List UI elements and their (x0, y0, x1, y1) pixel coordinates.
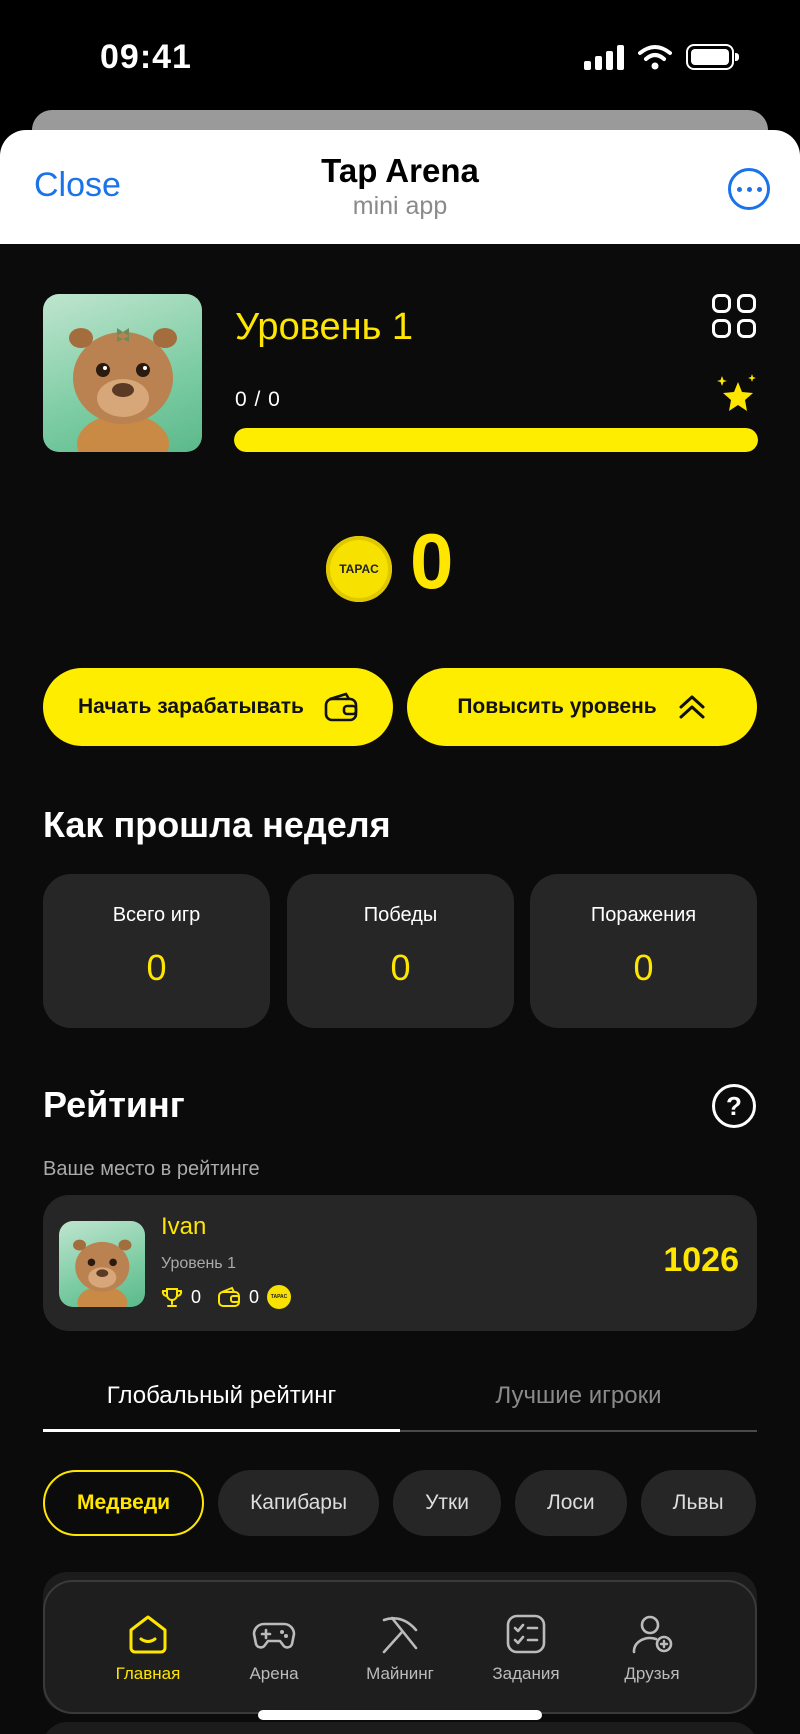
tab-best-players[interactable]: Лучшие игроки (400, 1374, 757, 1430)
wallet-icon (218, 1286, 241, 1307)
balance-value: 0 (410, 517, 454, 605)
nav-friends[interactable]: Друзья (596, 1610, 708, 1684)
stat-card-wins: Победы 0 (287, 874, 514, 1028)
pickaxe-icon (382, 1616, 418, 1654)
nav-label: Майнинг (366, 1664, 434, 1683)
chip-moose[interactable]: Лоси (514, 1470, 627, 1536)
chip-bears[interactable]: Медведи (43, 1470, 205, 1536)
status-time: 09:41 (100, 38, 192, 76)
nav-label: Задания (492, 1664, 560, 1683)
app-header: Close Tap Arena mini app (0, 130, 800, 244)
more-dot (746, 186, 752, 192)
stat-card-total-games: Всего игр 0 (43, 874, 270, 1028)
status-bar: 09:41 (0, 0, 800, 110)
home-indicator[interactable] (258, 1710, 542, 1720)
player-wins: 0 (191, 1286, 202, 1307)
stat-value: 0 (146, 947, 167, 988)
stat-label: Поражения (590, 904, 697, 926)
stat-card-losses: Поражения 0 (530, 874, 757, 1028)
double-chevron-up-icon (679, 695, 705, 719)
chip-ducks[interactable]: Утки (393, 1470, 501, 1536)
status-icons (584, 44, 739, 70)
player-level: Уровень 1 (161, 1255, 236, 1272)
week-section-title: Как прошла неделя (43, 804, 391, 845)
level-title: Уровень 1 (235, 306, 414, 348)
progress-text: 0 / 0 (235, 388, 281, 411)
start-earning-button[interactable]: Начать зарабатывать (43, 668, 393, 746)
tab-global-rating[interactable]: Глобальный рейтинг (43, 1374, 400, 1432)
more-options-button[interactable] (728, 168, 770, 210)
nav-arena[interactable]: Арена (218, 1610, 330, 1684)
help-icon[interactable]: ? (712, 1084, 756, 1128)
home-icon (129, 1615, 167, 1654)
sparkle-star-icon (717, 374, 756, 411)
profile-avatar[interactable] (43, 294, 202, 452)
more-dot (736, 186, 742, 192)
rating-section-title: Рейтинг (43, 1084, 185, 1125)
nav-label: Друзья (624, 1664, 680, 1683)
gamepad-icon (252, 1622, 296, 1649)
player-score: 1026 (663, 1241, 739, 1279)
wifi-icon (638, 45, 672, 70)
coin-icon: TAPAC (326, 536, 392, 602)
wallet-icon (324, 692, 358, 722)
main-content: Уровень 1 0 / 0 TAPAC 0 Начать зарабатыв… (0, 244, 800, 1734)
tasks-icon (506, 1614, 546, 1654)
player-stats: 0 0 TAPAC (161, 1285, 292, 1309)
stat-value: 0 (390, 947, 411, 988)
stat-value: 0 (633, 947, 654, 988)
start-earning-label: Начать зарабатывать (78, 695, 304, 718)
player-earned: 0 (249, 1286, 260, 1307)
rating-tabs: Глобальный рейтинг Лучшие игроки (43, 1374, 757, 1432)
battery-icon (686, 44, 739, 70)
level-progress-bar (234, 428, 758, 452)
grid-menu-icon[interactable] (712, 294, 756, 338)
level-up-label: Повысить уровень (457, 695, 657, 718)
level-up-button[interactable]: Повысить уровень (407, 668, 757, 746)
level-progress-fill (234, 428, 758, 452)
coin-small-icon: TAPAC (267, 1285, 292, 1309)
list-item-peek (43, 1722, 757, 1734)
nav-label: Арена (249, 1664, 299, 1683)
chip-lions[interactable]: Львы (640, 1470, 756, 1536)
add-friend-icon (632, 1615, 673, 1654)
player-name: Ivan (161, 1213, 207, 1240)
trophy-icon (161, 1288, 183, 1307)
player-avatar (59, 1221, 145, 1307)
stat-label: Победы (363, 904, 438, 926)
more-dot (756, 186, 762, 192)
app-subtitle: mini app (352, 192, 448, 220)
bottom-navigation: Главная Арена Майнинг Задания Друзья (43, 1580, 757, 1714)
player-rating-card[interactable]: Ivan Уровень 1 0 0 TAPAC 1026 (43, 1195, 757, 1331)
signal-icon (584, 44, 624, 70)
stat-label: Всего игр (112, 904, 201, 926)
app-title: Tap Arena (321, 152, 479, 189)
nav-label: Главная (115, 1664, 181, 1683)
your-place-label: Ваше место в рейтинге (43, 1158, 260, 1180)
nav-tasks[interactable]: Задания (470, 1610, 582, 1684)
nav-mining[interactable]: Майнинг (344, 1610, 456, 1684)
category-chips: Медведи Капибары Утки Лоси Львы (43, 1470, 757, 1538)
chip-capybaras[interactable]: Капибары (218, 1470, 380, 1536)
nav-home[interactable]: Главная (92, 1610, 204, 1684)
